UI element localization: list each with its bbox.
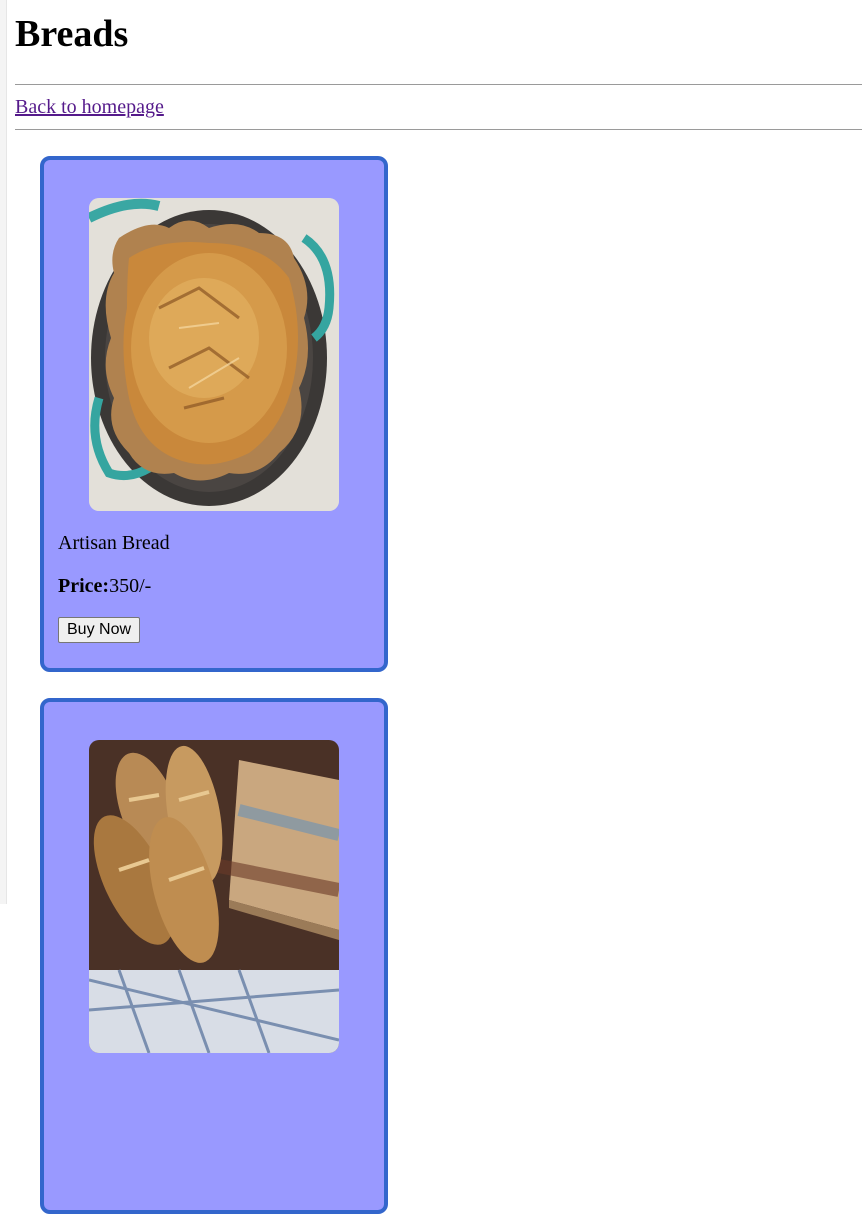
divider-top: [15, 84, 862, 85]
back-to-homepage-link[interactable]: Back to homepage: [15, 96, 164, 119]
product-price: Price:350/-: [58, 575, 151, 598]
product-image-baguette: [89, 740, 339, 1053]
price-value: 350/-: [109, 575, 152, 597]
divider-bottom: [15, 129, 862, 130]
buy-now-button[interactable]: Buy Now: [58, 617, 141, 643]
product-name: Artisan Bread: [58, 532, 170, 554]
window-edge: [0, 0, 7, 904]
price-label: Price:: [58, 575, 110, 597]
page-title: Breads: [15, 13, 129, 55]
product-card-artisan-bread: Artisan Bread Price:350/- Buy Now: [40, 156, 388, 672]
product-card-baguette: [40, 698, 388, 1214]
product-image-artisan-bread: [89, 198, 339, 511]
